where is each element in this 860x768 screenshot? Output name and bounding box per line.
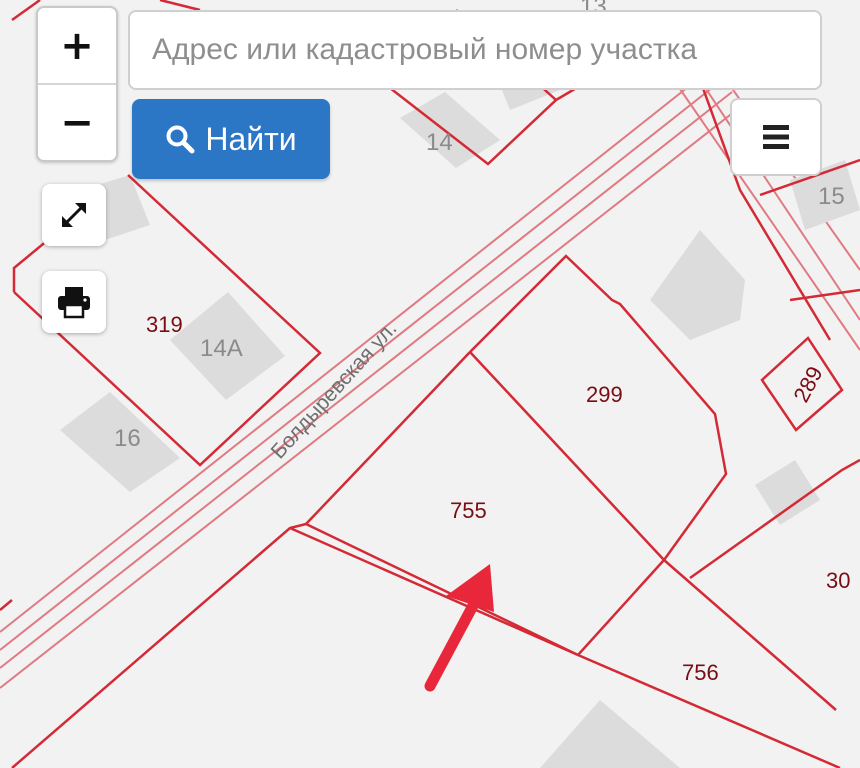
- parcel-label-299: 299: [586, 382, 623, 407]
- building-label-15: 15: [818, 183, 845, 210]
- building-label-14: 14: [426, 129, 453, 156]
- search-input[interactable]: [128, 10, 822, 90]
- parcel-label-289: 289: [788, 362, 827, 406]
- pointer-arrow-icon: [424, 564, 494, 692]
- find-button-label: Найти: [205, 120, 297, 157]
- zoom-control: + −: [36, 6, 118, 162]
- building-bottom: [540, 700, 680, 768]
- zoom-in-button[interactable]: +: [38, 8, 116, 83]
- fullscreen-button[interactable]: [42, 184, 106, 246]
- find-button[interactable]: Найти: [132, 99, 330, 179]
- printer-icon: [58, 287, 90, 319]
- hamburger-icon: [763, 125, 789, 149]
- building-label-16: 16: [114, 425, 141, 452]
- print-button[interactable]: [42, 271, 106, 333]
- building-top-right: [650, 230, 745, 340]
- parcel-label-755: 755: [450, 498, 487, 523]
- parcel-label-756: 756: [682, 660, 719, 685]
- building-label-14a: 14А: [200, 335, 243, 362]
- zoom-out-button[interactable]: −: [38, 85, 116, 160]
- search-icon: [166, 125, 195, 154]
- street-label: Болдыревская ул.: [267, 317, 402, 463]
- expand-arrows-icon: [62, 203, 86, 227]
- parcel-label-30: 30: [826, 568, 850, 593]
- parcel-label-319: 319: [146, 312, 183, 337]
- menu-button[interactable]: [730, 98, 822, 176]
